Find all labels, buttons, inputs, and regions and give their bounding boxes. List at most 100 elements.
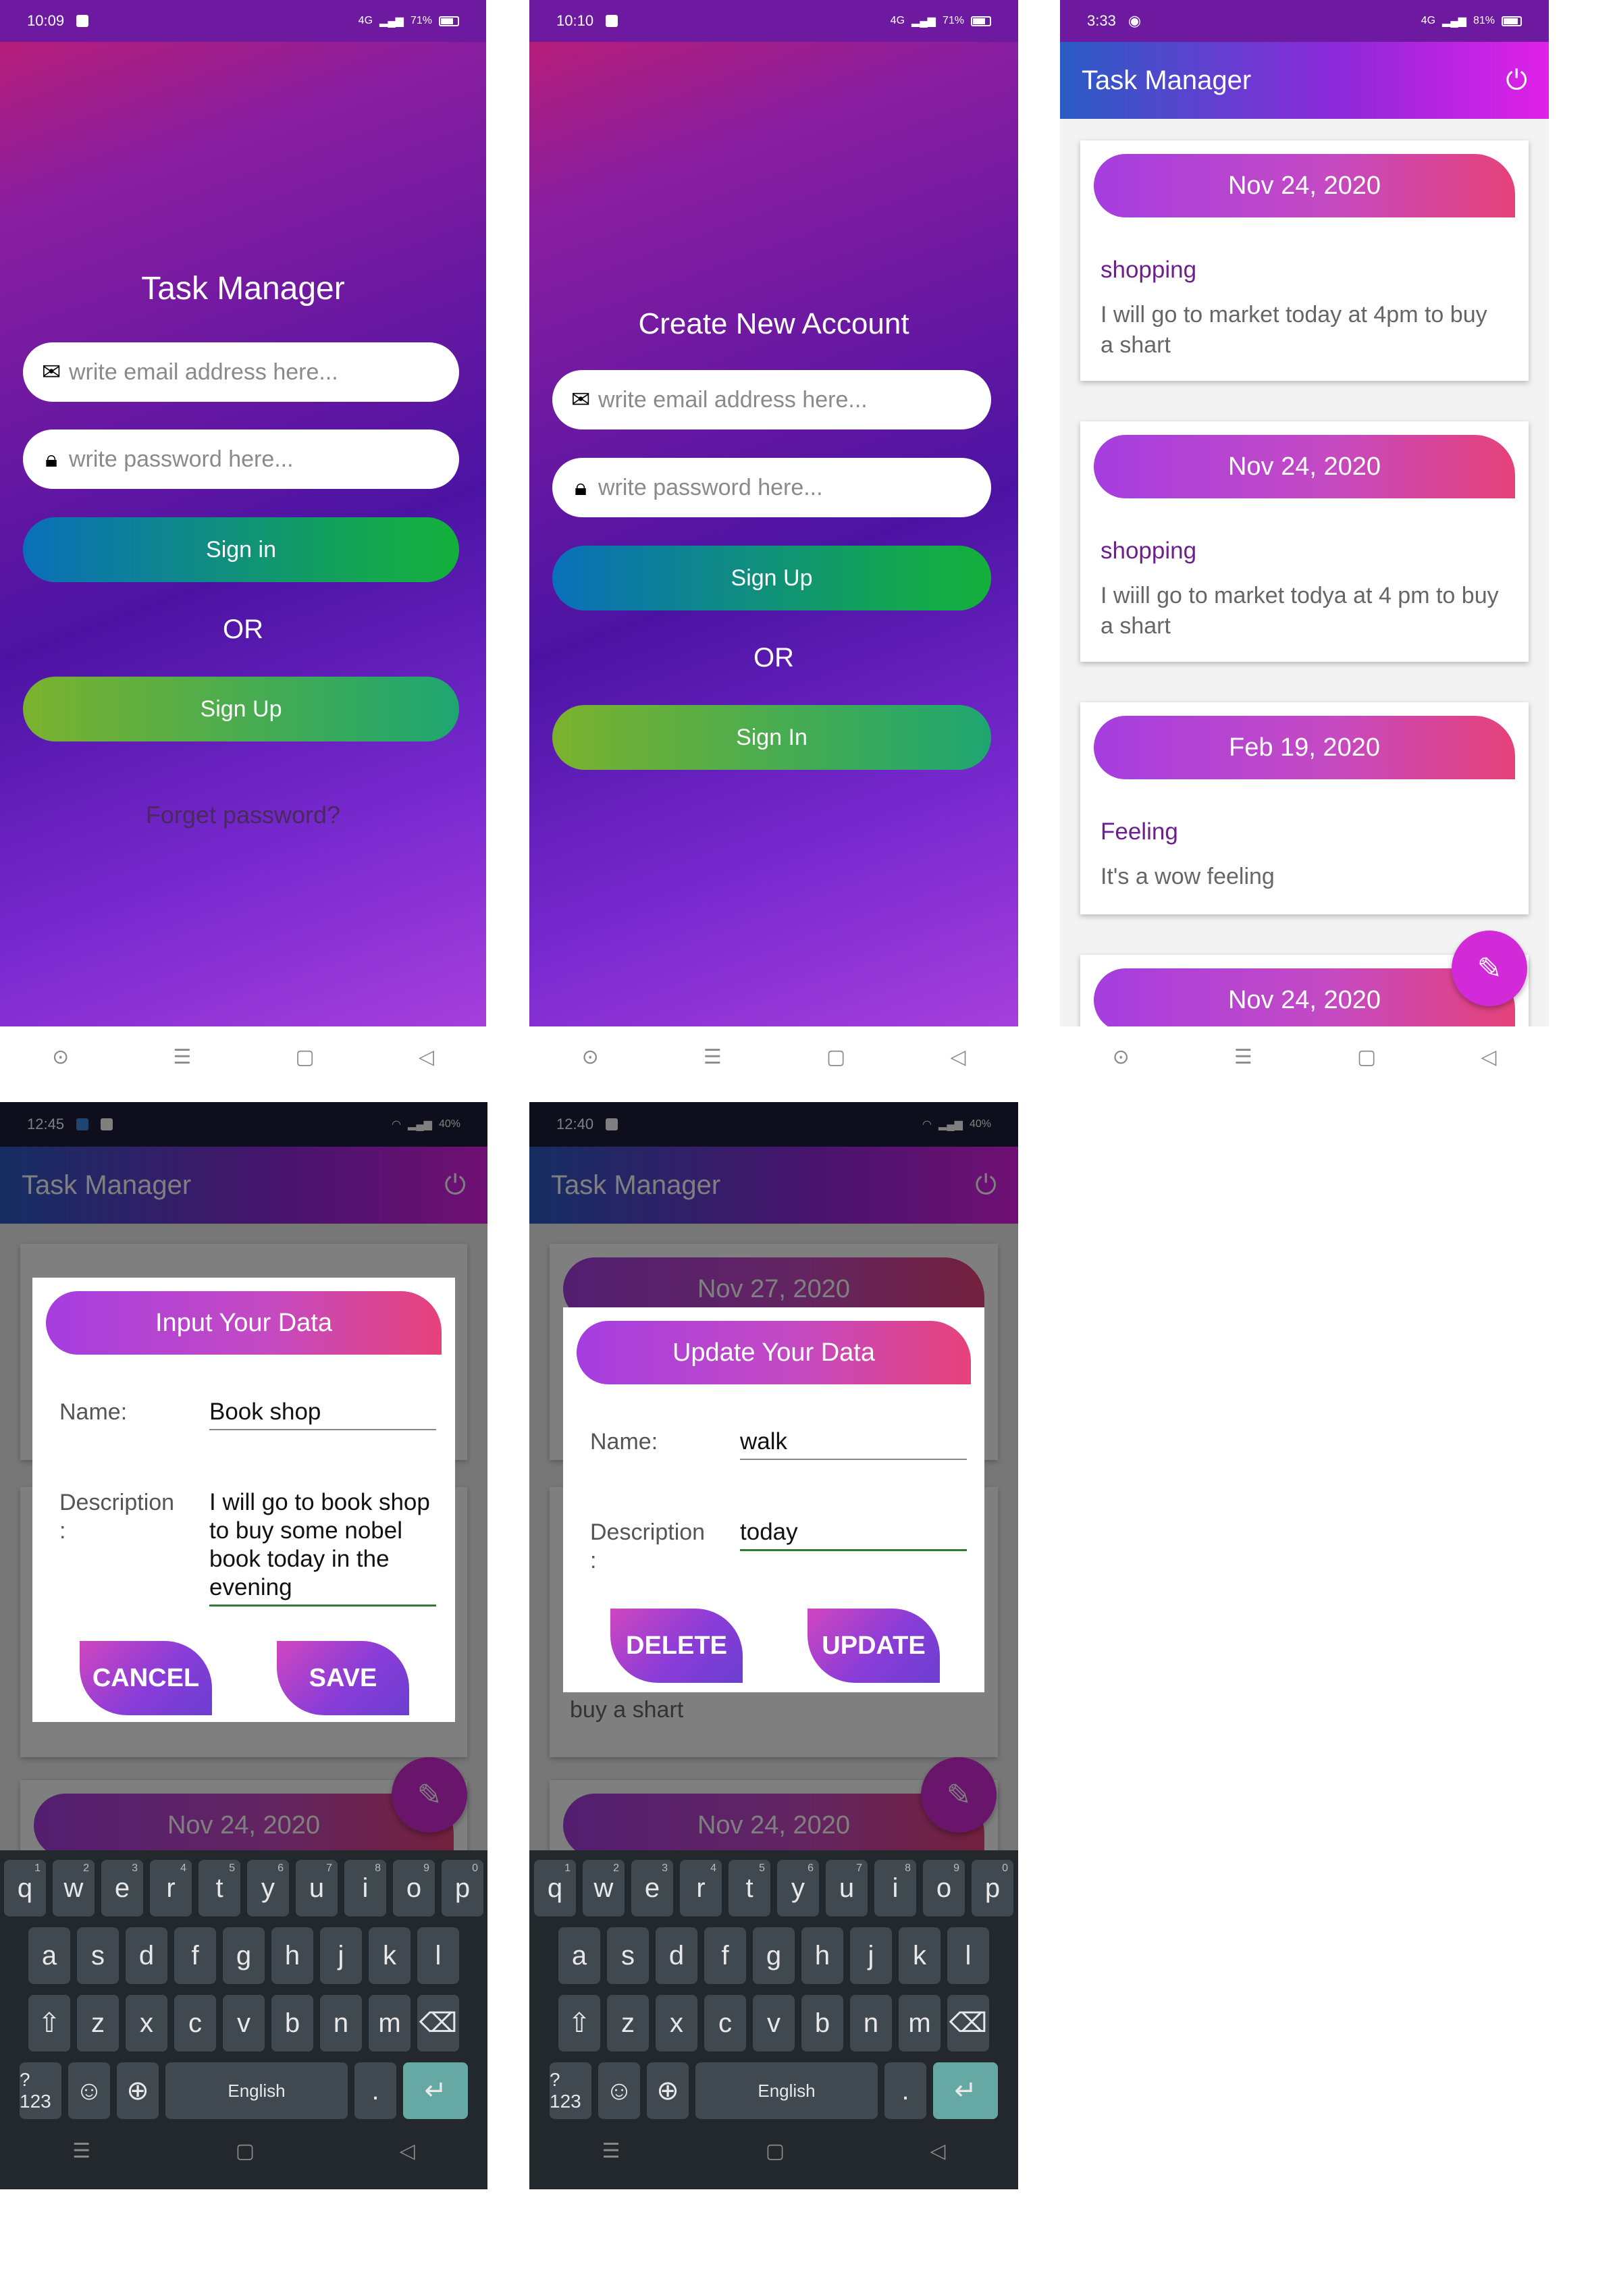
key-q[interactable]: q1: [534, 1860, 576, 1916]
globe-key[interactable]: ⊕: [117, 2062, 159, 2119]
emoji-key[interactable]: ☺: [598, 2062, 640, 2119]
home-icon[interactable]: ▢: [295, 1045, 314, 1069]
key-b[interactable]: b: [801, 1995, 843, 2052]
key-j[interactable]: j: [320, 1927, 362, 1984]
forget-password-link[interactable]: Forget password?: [0, 801, 486, 829]
key-c[interactable]: c: [174, 1995, 216, 2052]
space-key[interactable]: English: [165, 2062, 348, 2119]
task-card[interactable]: Nov 24, 2020 shopping I wiill go to mark…: [1080, 421, 1529, 662]
key-z[interactable]: z: [607, 1995, 649, 2052]
backspace-key[interactable]: ⌫: [417, 1995, 459, 2052]
power-icon[interactable]: ⏻: [1506, 66, 1527, 96]
back-icon[interactable]: ◁: [930, 2139, 945, 2163]
signin-button[interactable]: Sign in: [23, 517, 459, 582]
assistant-icon[interactable]: ⊙: [52, 1045, 69, 1069]
period-key[interactable]: .: [884, 2062, 926, 2119]
key-s[interactable]: s: [607, 1927, 649, 1984]
key-n[interactable]: n: [850, 1995, 892, 2052]
key-a[interactable]: a: [558, 1927, 600, 1984]
key-a[interactable]: a: [28, 1927, 70, 1984]
back-icon[interactable]: ◁: [419, 1045, 434, 1069]
key-y[interactable]: y6: [247, 1860, 289, 1916]
key-d[interactable]: d: [656, 1927, 697, 1984]
shift-key[interactable]: ⇧: [558, 1995, 600, 2052]
password-field[interactable]: 🔒︎ write password here...: [23, 429, 459, 489]
description-field[interactable]: I will go to book shop to buy some nobel…: [209, 1488, 436, 1607]
task-card[interactable]: Nov 24, 2020 shopping I will go to marke…: [1080, 140, 1529, 381]
key-m[interactable]: m: [899, 1995, 941, 2052]
key-l[interactable]: l: [417, 1927, 459, 1984]
key-t[interactable]: t5: [198, 1860, 240, 1916]
key-u[interactable]: u7: [296, 1860, 338, 1916]
symbols-key[interactable]: ?123: [550, 2062, 591, 2119]
key-p[interactable]: p0: [442, 1860, 483, 1916]
key-m[interactable]: m: [369, 1995, 411, 2052]
key-b[interactable]: b: [271, 1995, 313, 2052]
backspace-key[interactable]: ⌫: [947, 1995, 989, 2052]
back-icon[interactable]: ◁: [950, 1045, 965, 1069]
key-y[interactable]: y6: [777, 1860, 819, 1916]
assistant-icon[interactable]: ⊙: [1113, 1045, 1130, 1069]
signup-button[interactable]: Sign Up: [552, 546, 991, 610]
key-i[interactable]: i8: [874, 1860, 916, 1916]
enter-key[interactable]: ↵: [403, 2062, 468, 2119]
menu-icon[interactable]: ☰: [1234, 1045, 1252, 1069]
email-field[interactable]: ✉ write email address here...: [552, 370, 991, 429]
period-key[interactable]: .: [354, 2062, 396, 2119]
key-z[interactable]: z: [77, 1995, 119, 2052]
key-c[interactable]: c: [704, 1995, 746, 2052]
key-r[interactable]: r4: [150, 1860, 192, 1916]
key-o[interactable]: o9: [923, 1860, 965, 1916]
back-icon[interactable]: ◁: [400, 2139, 415, 2163]
key-u[interactable]: u7: [826, 1860, 868, 1916]
home-icon[interactable]: ▢: [1357, 1045, 1376, 1069]
key-k[interactable]: k: [369, 1927, 411, 1984]
description-field[interactable]: today: [740, 1518, 967, 1551]
edit-fab[interactable]: ✎: [1452, 931, 1527, 1006]
update-button[interactable]: UPDATE: [808, 1609, 940, 1683]
key-g[interactable]: g: [223, 1927, 265, 1984]
back-icon[interactable]: ◁: [1481, 1045, 1496, 1069]
key-e[interactable]: e3: [101, 1860, 143, 1916]
signup-button[interactable]: Sign Up: [23, 677, 459, 741]
symbols-key[interactable]: ?123: [20, 2062, 61, 2119]
name-field[interactable]: Book shop: [209, 1398, 436, 1430]
key-g[interactable]: g: [753, 1927, 795, 1984]
menu-icon[interactable]: ☰: [602, 2139, 620, 2163]
enter-key[interactable]: ↵: [933, 2062, 998, 2119]
emoji-key[interactable]: ☺: [68, 2062, 110, 2119]
key-x[interactable]: x: [126, 1995, 167, 2052]
key-f[interactable]: f: [704, 1927, 746, 1984]
key-v[interactable]: v: [753, 1995, 795, 2052]
space-key[interactable]: English: [695, 2062, 878, 2119]
key-r[interactable]: r4: [680, 1860, 722, 1916]
menu-icon[interactable]: ☰: [704, 1045, 722, 1069]
key-k[interactable]: k: [899, 1927, 941, 1984]
key-w[interactable]: w2: [53, 1860, 95, 1916]
name-field[interactable]: walk: [740, 1428, 967, 1460]
email-field[interactable]: ✉ write email address here...: [23, 342, 459, 402]
key-o[interactable]: o9: [393, 1860, 435, 1916]
save-button[interactable]: SAVE: [277, 1641, 409, 1715]
globe-key[interactable]: ⊕: [647, 2062, 689, 2119]
home-icon[interactable]: ▢: [766, 2139, 785, 2163]
password-field[interactable]: 🔒︎ write password here...: [552, 458, 991, 517]
key-d[interactable]: d: [126, 1927, 167, 1984]
key-x[interactable]: x: [656, 1995, 697, 2052]
task-card[interactable]: Feb 19, 2020 Feeling It's a wow feeling: [1080, 702, 1529, 914]
shift-key[interactable]: ⇧: [28, 1995, 70, 2052]
home-icon[interactable]: ▢: [826, 1045, 845, 1069]
key-t[interactable]: t5: [729, 1860, 770, 1916]
signin-button[interactable]: Sign In: [552, 705, 991, 770]
key-f[interactable]: f: [174, 1927, 216, 1984]
key-e[interactable]: e3: [631, 1860, 673, 1916]
cancel-button[interactable]: CANCEL: [80, 1641, 212, 1715]
menu-icon[interactable]: ☰: [173, 1045, 191, 1069]
key-q[interactable]: q1: [4, 1860, 46, 1916]
key-j[interactable]: j: [850, 1927, 892, 1984]
key-h[interactable]: h: [801, 1927, 843, 1984]
key-v[interactable]: v: [223, 1995, 265, 2052]
menu-icon[interactable]: ☰: [72, 2139, 90, 2163]
key-l[interactable]: l: [947, 1927, 989, 1984]
key-w[interactable]: w2: [583, 1860, 625, 1916]
